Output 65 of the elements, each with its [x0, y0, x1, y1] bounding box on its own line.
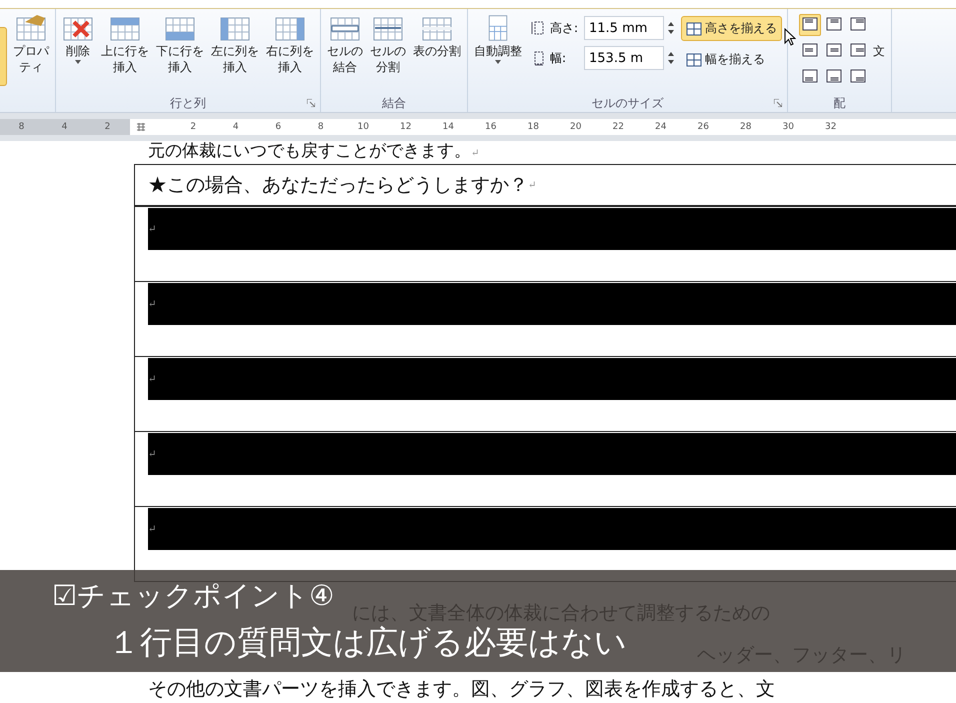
- ruler-number: 4: [60, 122, 68, 132]
- paragraph-mark: ↵: [148, 298, 156, 310]
- group-label: 行と列: [170, 94, 206, 112]
- distribute-columns-button[interactable]: 幅を揃える: [681, 47, 782, 72]
- ruler-number: 28: [739, 122, 752, 132]
- ribbon-button[interactable]: 削除: [59, 12, 97, 66]
- question-text: ★この場合、あなただったらどうしますか？: [148, 173, 528, 198]
- row-height-icon: [530, 20, 546, 36]
- ruler-number: 24: [654, 122, 668, 132]
- paragraph-mark: ↵: [148, 224, 156, 234]
- paragraph-mark: ↵: [148, 524, 156, 534]
- mouse-cursor-icon: [784, 28, 796, 46]
- spinner-arrows-icon[interactable]: [668, 52, 674, 64]
- ruler-number: 8: [316, 122, 325, 132]
- ruler-number: 14: [442, 122, 455, 132]
- field-label: 幅:: [550, 50, 568, 66]
- group-label: 結合: [382, 94, 406, 112]
- ribbon-button[interactable]: 左に列を挿入: [208, 12, 262, 77]
- ruler-number: 6: [274, 122, 282, 132]
- caret-icon: [495, 60, 501, 64]
- paragraph-mark: ↵: [148, 448, 156, 460]
- dialog-launcher-icon[interactable]: [307, 99, 315, 107]
- caption-text: １行目の質問文は広げる必要はない: [108, 622, 627, 663]
- spin-field[interactable]: 153.5 m: [584, 46, 664, 70]
- ribbon-button[interactable]: 下に行を挿入: [153, 12, 207, 77]
- ribbon-button[interactable]: セルの分割: [367, 12, 409, 77]
- caret-icon: [75, 60, 81, 64]
- caption-title: ☑チェックポイント④: [52, 578, 334, 614]
- ruler-number: 8: [18, 122, 26, 132]
- ribbon-button[interactable]: プロパティ: [10, 12, 52, 77]
- table-marker-icon[interactable]: [136, 122, 146, 132]
- ruler-number: 10: [356, 122, 370, 132]
- ribbon-button[interactable]: 上に行を挿入: [98, 12, 152, 77]
- group-label: セルのサイズ: [592, 94, 664, 112]
- distribute-rows-button[interactable]: 高さを揃える: [681, 16, 782, 41]
- ruler-number: 4: [232, 122, 240, 132]
- body-text: 元の体裁にいつでも戻すことができます。: [148, 141, 471, 161]
- ruler-number: 18: [526, 122, 540, 132]
- ribbon-button[interactable]: 右に列を挿入: [263, 12, 317, 77]
- table-icon: [686, 20, 702, 36]
- paragraph-mark: ↵: [528, 180, 536, 190]
- ruler-number: 16: [484, 122, 498, 132]
- ribbon-button[interactable]: 表の分割: [410, 12, 464, 61]
- ruler-number: 30: [782, 122, 795, 132]
- ruler-number: 2: [189, 122, 198, 132]
- paragraph-mark: ↵: [471, 148, 480, 159]
- table-icon: [15, 14, 47, 42]
- text-direction-button[interactable]: 文: [870, 12, 888, 61]
- table-icon: [686, 52, 702, 68]
- field-label: 高さ:: [550, 20, 580, 36]
- ribbon-button[interactable]: セルの結合: [324, 12, 366, 77]
- paragraph-mark: ↵: [148, 374, 156, 384]
- spinner-arrows-icon[interactable]: [668, 22, 674, 34]
- group-label: 配: [834, 94, 846, 112]
- align-button[interactable]: [799, 14, 821, 36]
- spin-field[interactable]: 11.5 mm: [584, 16, 664, 40]
- ruler-number: 22: [612, 122, 625, 132]
- ruler-number: 26: [696, 122, 710, 132]
- ruler-number: 20: [569, 122, 582, 132]
- ruler-number: 12: [399, 122, 412, 132]
- autofit-button[interactable]: 自動調整: [471, 12, 525, 66]
- ruler-number: 32: [824, 122, 838, 132]
- body-text: その他の文書パーツを挿入できます。図、グラフ、図表を作成すると、文: [148, 678, 775, 700]
- ruler-number: 2: [104, 122, 112, 132]
- dialog-launcher-icon[interactable]: [774, 99, 782, 107]
